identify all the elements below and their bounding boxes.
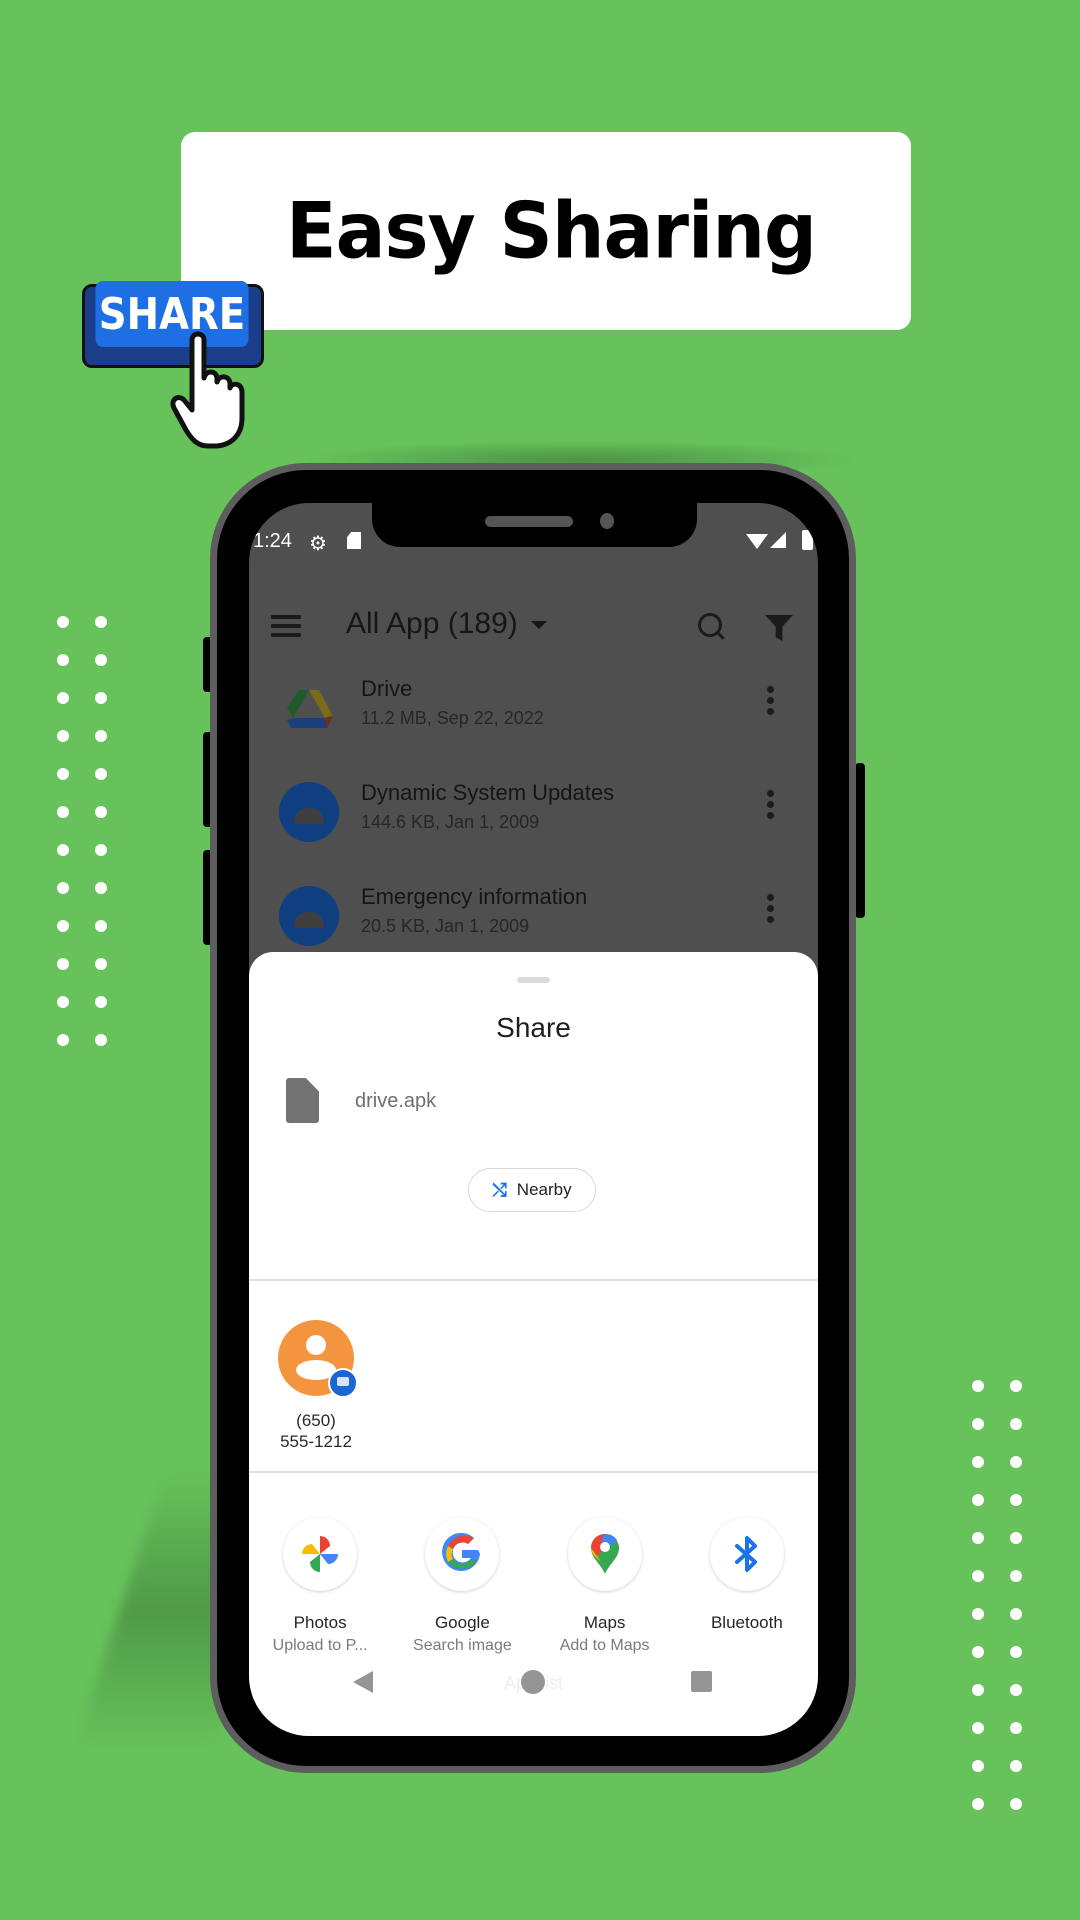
target-name: Google bbox=[434, 1613, 490, 1632]
decorative-dots-left bbox=[57, 616, 107, 1046]
google-maps-icon bbox=[590, 1533, 619, 1574]
app-bar: All App (189) bbox=[249, 603, 818, 659]
app-name: Emergency information bbox=[361, 884, 588, 909]
android-icon bbox=[279, 782, 339, 842]
hamburger-menu-icon[interactable] bbox=[271, 615, 301, 637]
more-options-icon[interactable] bbox=[767, 790, 775, 823]
share-target-google[interactable]: Google Search image bbox=[391, 1517, 533, 1655]
share-target-bluetooth[interactable]: Bluetooth bbox=[676, 1517, 818, 1655]
search-icon[interactable] bbox=[698, 613, 722, 637]
app-meta: 20.5 KB, Jan 1, 2009 bbox=[361, 916, 530, 936]
file-icon bbox=[286, 1078, 319, 1123]
bluetooth-icon bbox=[734, 1536, 757, 1572]
app-meta: 11.2 MB, Sep 22, 2022 bbox=[361, 708, 544, 728]
share-target-photos[interactable]: Photos Upload to P... bbox=[249, 1517, 391, 1655]
system-nav-bar: App list bbox=[249, 1653, 818, 1713]
contact-label-line2: 555-1212 bbox=[280, 1432, 352, 1451]
share-target-maps[interactable]: Maps Add to Maps bbox=[534, 1517, 676, 1655]
app-list: Drive 11.2 MB, Sep 22, 2022 Dynamic Syst… bbox=[249, 668, 818, 980]
filter-icon[interactable] bbox=[765, 615, 793, 641]
phone-power-button bbox=[855, 763, 865, 918]
google-drive-icon bbox=[287, 690, 333, 728]
messages-icon bbox=[328, 1368, 358, 1398]
contact-avatar bbox=[278, 1320, 358, 1398]
contact-label-line1: (650) bbox=[296, 1411, 336, 1430]
status-bar: 1:24 ⚙ bbox=[249, 528, 818, 558]
sd-card-icon bbox=[347, 532, 361, 549]
more-options-icon[interactable] bbox=[767, 894, 775, 927]
app-meta: 144.6 KB, Jan 1, 2009 bbox=[361, 812, 540, 832]
dropdown-caret-icon[interactable] bbox=[531, 621, 547, 629]
direct-share-contact[interactable]: (650) 555-1212 bbox=[276, 1320, 358, 1452]
target-name: Bluetooth bbox=[710, 1613, 783, 1632]
home-icon[interactable] bbox=[521, 1670, 545, 1694]
recent-apps-icon[interactable] bbox=[691, 1671, 712, 1692]
status-time: 1:24 bbox=[253, 530, 292, 552]
app-name: Drive bbox=[361, 676, 413, 701]
phone-screen: 1:24 ⚙ All App (189) Drive 11.2 MB, Sep … bbox=[249, 503, 818, 1736]
app-list-title[interactable]: All App (189) bbox=[346, 607, 518, 641]
front-camera bbox=[600, 513, 614, 529]
speaker bbox=[485, 516, 573, 527]
nearby-share-icon: ⤭ bbox=[492, 1179, 507, 1200]
drag-handle[interactable] bbox=[517, 977, 550, 983]
google-photos-icon bbox=[302, 1536, 339, 1572]
back-icon[interactable] bbox=[353, 1671, 373, 1693]
cell-signal-icon bbox=[770, 532, 786, 548]
divider bbox=[249, 1471, 818, 1473]
app-list-item[interactable]: Drive 11.2 MB, Sep 22, 2022 bbox=[249, 668, 818, 772]
decorative-dots-right bbox=[972, 1380, 1022, 1810]
app-name: Dynamic System Updates bbox=[361, 780, 615, 805]
android-icon bbox=[279, 886, 339, 946]
wifi-icon bbox=[746, 534, 768, 549]
target-name: Maps bbox=[583, 1613, 626, 1632]
app-list-item[interactable]: Dynamic System Updates 144.6 KB, Jan 1, … bbox=[249, 772, 818, 876]
headline-card: Easy Sharing bbox=[181, 132, 911, 330]
target-name: Photos bbox=[293, 1613, 347, 1632]
pointing-hand-icon bbox=[170, 331, 245, 449]
more-options-icon[interactable] bbox=[767, 686, 775, 719]
nearby-share-button[interactable]: ⤭ Nearby bbox=[468, 1168, 596, 1212]
share-targets: Photos Upload to P... Google Search imag… bbox=[249, 1517, 818, 1655]
headline: Easy Sharing bbox=[286, 185, 817, 277]
share-sheet: Share drive.apk ⤭ Nearby (650) 555-1212 bbox=[249, 952, 818, 1736]
settings-gear-icon: ⚙ bbox=[309, 533, 327, 555]
nearby-label: Nearby bbox=[516, 1180, 572, 1199]
google-icon bbox=[442, 1532, 481, 1571]
divider bbox=[249, 1279, 818, 1281]
battery-charging-icon bbox=[802, 530, 813, 550]
shared-file-name: drive.apk bbox=[355, 1090, 437, 1112]
share-sheet-title: Share bbox=[496, 1012, 571, 1043]
